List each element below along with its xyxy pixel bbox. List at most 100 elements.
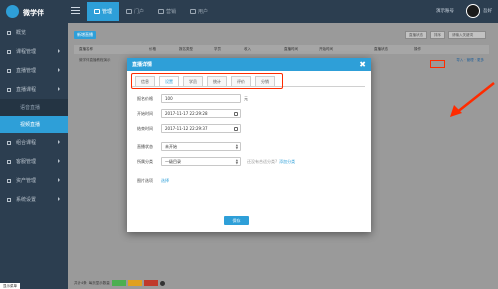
status-label: 直播状态: [137, 143, 153, 149]
chevron-right-icon: [58, 140, 60, 144]
logo[interactable]: 微学伴: [6, 5, 66, 18]
start-time-label: 开始时间: [137, 110, 153, 116]
column-header: 操作: [414, 47, 421, 51]
sidebar-item-settings[interactable]: 系统设置: [0, 190, 68, 209]
column-header: 直播时间: [284, 47, 298, 51]
close-icon[interactable]: ✖: [359, 60, 366, 69]
topnav-portal[interactable]: 门户: [119, 2, 151, 21]
table-header: 直播名称 价格 报名类型 学员 收入 直播时间 开始时间 直播状态 操作: [74, 45, 489, 54]
pagination: 共计4条 每页显示数量: [74, 280, 165, 286]
status-select[interactable]: 未开始 ▲ ▼: [161, 142, 241, 151]
sidebar-sub-voice-live[interactable]: 语音直播: [0, 99, 68, 116]
category-select[interactable]: 一级目录 ▲ ▼: [161, 157, 241, 166]
topnav-manage[interactable]: 管理: [87, 2, 120, 21]
column-header: 报名类型: [179, 47, 193, 51]
overview-icon: [7, 30, 11, 35]
column-header: 收入: [244, 47, 251, 51]
bundle-icon: [7, 140, 11, 145]
sidebar-item-label: 直播管理: [16, 68, 37, 74]
calendar-icon[interactable]: [234, 112, 238, 116]
end-time-input[interactable]: 2017-11-12 22:29:37: [161, 124, 241, 133]
category-row: 所属分类 一级目录 ▲ ▼ 还没有合适分类? 添加分类: [137, 157, 365, 166]
add-category-link[interactable]: 添加分类: [279, 159, 295, 165]
top-bar: 微学伴 管理 门户 营销 用户 演示账号 吾好: [0, 0, 498, 23]
page-size-option[interactable]: [127, 280, 142, 286]
manage-icon: [94, 9, 100, 14]
sidebar: 概览 课程管理 直播管理 直播课程 语音直播 视频直播 组合课程 客服管理 资产…: [0, 23, 68, 289]
sidebar-item-live-manage[interactable]: 直播管理: [0, 61, 68, 80]
price-row: 报名价格 100 元: [137, 94, 365, 103]
start-time-input[interactable]: 2017-11-17 22:29:28: [161, 109, 241, 118]
chevron-right-icon: [58, 49, 60, 53]
sidebar-item-courses[interactable]: 课程管理: [0, 42, 68, 61]
app-name: 微学伴: [23, 9, 44, 17]
select-cover-link[interactable]: 选择: [161, 178, 169, 184]
topnav-users[interactable]: 用户: [183, 2, 215, 21]
sidebar-sub-video-live[interactable]: 视频直播: [0, 116, 68, 133]
sidebar-item-label: 概览: [16, 30, 27, 36]
settings-icon: [7, 197, 11, 202]
marketing-icon: [158, 9, 165, 14]
start-time-value: 2017-11-17 22:29:28: [165, 111, 208, 116]
end-time-value: 2017-11-12 22:29:37: [165, 126, 208, 131]
column-header: 开始时间: [319, 47, 333, 51]
topnav-label: 用户: [198, 9, 209, 15]
course-icon: [7, 49, 11, 54]
detail-highlight[interactable]: [430, 60, 445, 68]
status-filter[interactable]: 直播状态: [405, 31, 427, 39]
chevron-down-icon: [58, 87, 60, 91]
menu-icon[interactable]: [71, 7, 80, 15]
filters: 直播状态 排序 请输入关键词: [405, 31, 486, 39]
price-label: 报名价格: [137, 95, 153, 101]
page-dot[interactable]: [159, 280, 165, 286]
user-area: 演示账号 吾好: [436, 3, 492, 19]
page-size-option[interactable]: [143, 280, 158, 286]
avatar[interactable]: [466, 4, 480, 18]
show-menu-button[interactable]: 显示菜单: [0, 283, 20, 289]
sidebar-item-label: 直播课程: [16, 87, 37, 93]
column-header: 直播名称: [79, 47, 93, 51]
sidebar-item-service[interactable]: 客服管理: [0, 152, 68, 171]
top-nav: 管理 门户 营销 用户: [87, 2, 215, 21]
save-button[interactable]: 保存: [224, 216, 249, 225]
calendar-icon[interactable]: [234, 127, 238, 131]
chevron-right-icon: [58, 159, 60, 163]
service-icon: [7, 159, 11, 164]
sidebar-item-live-courses[interactable]: 直播课程: [0, 80, 68, 99]
sidebar-item-label: 课程管理: [16, 49, 37, 55]
user-name[interactable]: 吾好: [483, 8, 492, 14]
row-actions[interactable]: 导入 · 管理 · 更多: [456, 58, 484, 63]
live-course-icon: [7, 87, 11, 92]
users-icon: [190, 9, 197, 14]
pager-label: 共计4条: [74, 280, 87, 285]
sort-filter[interactable]: 排序: [430, 31, 445, 39]
topnav-marketing[interactable]: 营销: [151, 2, 183, 21]
asset-icon: [7, 178, 11, 183]
price-input[interactable]: 100: [161, 94, 241, 103]
topnav-label: 营销: [166, 9, 177, 15]
search-input[interactable]: 请输入关键词: [448, 31, 486, 39]
sidebar-item-label: 系统设置: [16, 197, 37, 203]
sidebar-item-assets[interactable]: 资产管理: [0, 171, 68, 190]
category-label: 所属分类: [137, 158, 153, 164]
cover-row: 图片选项 选择: [137, 176, 365, 185]
new-live-button[interactable]: 新增直播: [74, 31, 96, 39]
end-time-label: 结束时间: [137, 125, 153, 131]
tabs-highlight: [131, 73, 283, 89]
arrow-icon: [450, 82, 495, 117]
cover-label: 图片选项: [137, 177, 153, 183]
page-size-option[interactable]: [111, 280, 126, 286]
status-row: 直播状态 未开始 ▲ ▼: [137, 142, 365, 151]
live-icon: [7, 68, 11, 73]
sidebar-item-label: 客服管理: [16, 159, 37, 165]
column-header: 学员: [214, 47, 221, 51]
sidebar-item-bundles[interactable]: 组合课程: [0, 133, 68, 152]
end-time-row: 结束时间 2017-11-12 22:29:37: [137, 124, 365, 133]
price-unit: 元: [244, 95, 248, 101]
live-detail-modal: 直播详情 ✖ 信息 设置 学员 统计 评价 分销 报名价格 100 元 开始时间…: [127, 58, 371, 232]
topnav-label: 管理: [102, 9, 113, 15]
account-info[interactable]: 演示账号: [436, 8, 454, 14]
sidebar-item-overview[interactable]: 概览: [0, 23, 68, 42]
category-value: 一级目录: [165, 158, 181, 164]
start-time-row: 开始时间 2017-11-17 22:29:28: [137, 109, 365, 118]
